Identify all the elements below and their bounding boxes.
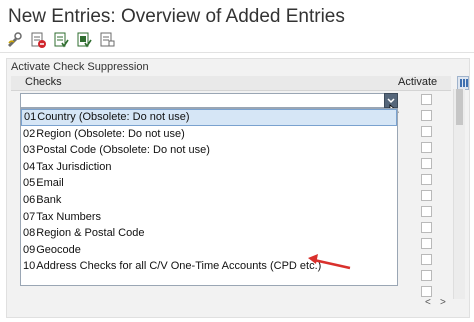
option-code: 02 — [23, 127, 36, 140]
delete-icon[interactable] — [29, 31, 47, 49]
activate-checkbox[interactable] — [421, 110, 432, 121]
option-label: Country (Obsolete: Do not use) — [37, 111, 190, 123]
checks-input-field[interactable] — [20, 93, 398, 108]
option-code: 08 — [23, 227, 36, 240]
option-code: 09 — [23, 243, 36, 256]
table-settings-icon[interactable] — [457, 76, 469, 90]
activate-checkbox[interactable] — [421, 222, 432, 233]
option-label: Bank — [36, 194, 62, 206]
option-code: 01 — [24, 111, 37, 123]
scroll-left-button[interactable]: < — [425, 297, 431, 308]
dropdown-option[interactable]: 02Region (Obsolete: Do not use) — [21, 126, 397, 143]
table-header: Checks Activate — [11, 76, 451, 91]
option-code: 05 — [23, 177, 36, 190]
toolbar — [6, 31, 116, 49]
activate-checkbox[interactable] — [421, 270, 432, 281]
dropdown-option[interactable]: 05Email — [21, 175, 397, 192]
activate-checkbox[interactable] — [421, 254, 432, 265]
option-label: Region & Postal Code — [36, 227, 145, 240]
option-code: 07 — [23, 210, 36, 223]
dropdown-option[interactable]: 08Region & Postal Code — [21, 225, 397, 242]
activate-checkbox[interactable] — [421, 190, 432, 201]
select-all-icon[interactable] — [52, 31, 70, 49]
dropdown-option[interactable]: 03Postal Code (Obsolete: Do not use) — [21, 142, 397, 159]
option-label: Tax Jurisdiction — [36, 160, 112, 173]
deselect-all-icon[interactable] — [98, 31, 116, 49]
dropdown-option[interactable]: 01Country (Obsolete: Do not use) — [21, 109, 397, 126]
select-block-icon[interactable] — [75, 31, 93, 49]
dropdown-option[interactable]: 04Tax Jurisdiction — [21, 159, 397, 176]
annotation-arrow-icon — [308, 254, 351, 270]
toolbar-divider — [0, 52, 474, 53]
activate-checkbox[interactable] — [421, 238, 432, 249]
activate-checkbox[interactable] — [421, 142, 432, 153]
column-header-activate[interactable]: Activate — [398, 76, 437, 88]
option-label: Tax Numbers — [36, 210, 102, 223]
activate-checkbox[interactable] — [421, 94, 432, 105]
activate-checkbox[interactable] — [421, 286, 432, 297]
activate-checkbox[interactable] — [421, 174, 432, 185]
vertical-scrollbar[interactable] — [453, 89, 465, 299]
column-header-checks[interactable]: Checks — [25, 76, 62, 88]
scroll-right-button[interactable]: > — [440, 297, 446, 308]
panel-title: Activate Check Suppression — [11, 61, 149, 73]
activate-checkbox[interactable] — [421, 158, 432, 169]
option-label: Email — [36, 177, 64, 190]
display-change-icon[interactable] — [6, 31, 24, 49]
option-code: 06 — [23, 194, 36, 206]
page-title: New Entries: Overview of Added Entries — [8, 6, 345, 27]
scrollbar-thumb[interactable] — [456, 89, 463, 125]
activate-checkbox[interactable] — [421, 206, 432, 217]
dropdown-option[interactable]: 06Bank — [21, 192, 397, 209]
option-code: 10 — [23, 260, 36, 273]
option-code: 03 — [23, 144, 36, 157]
option-label: Address Checks for all C/V One-Time Acco… — [36, 260, 322, 273]
option-label: Region (Obsolete: Do not use) — [36, 127, 185, 140]
dropdown-option[interactable]: 07Tax Numbers — [21, 209, 397, 226]
option-label: Geocode — [36, 243, 81, 256]
option-code: 04 — [23, 160, 36, 173]
option-label: Postal Code (Obsolete: Do not use) — [36, 144, 210, 157]
activate-checkbox[interactable] — [421, 126, 432, 137]
